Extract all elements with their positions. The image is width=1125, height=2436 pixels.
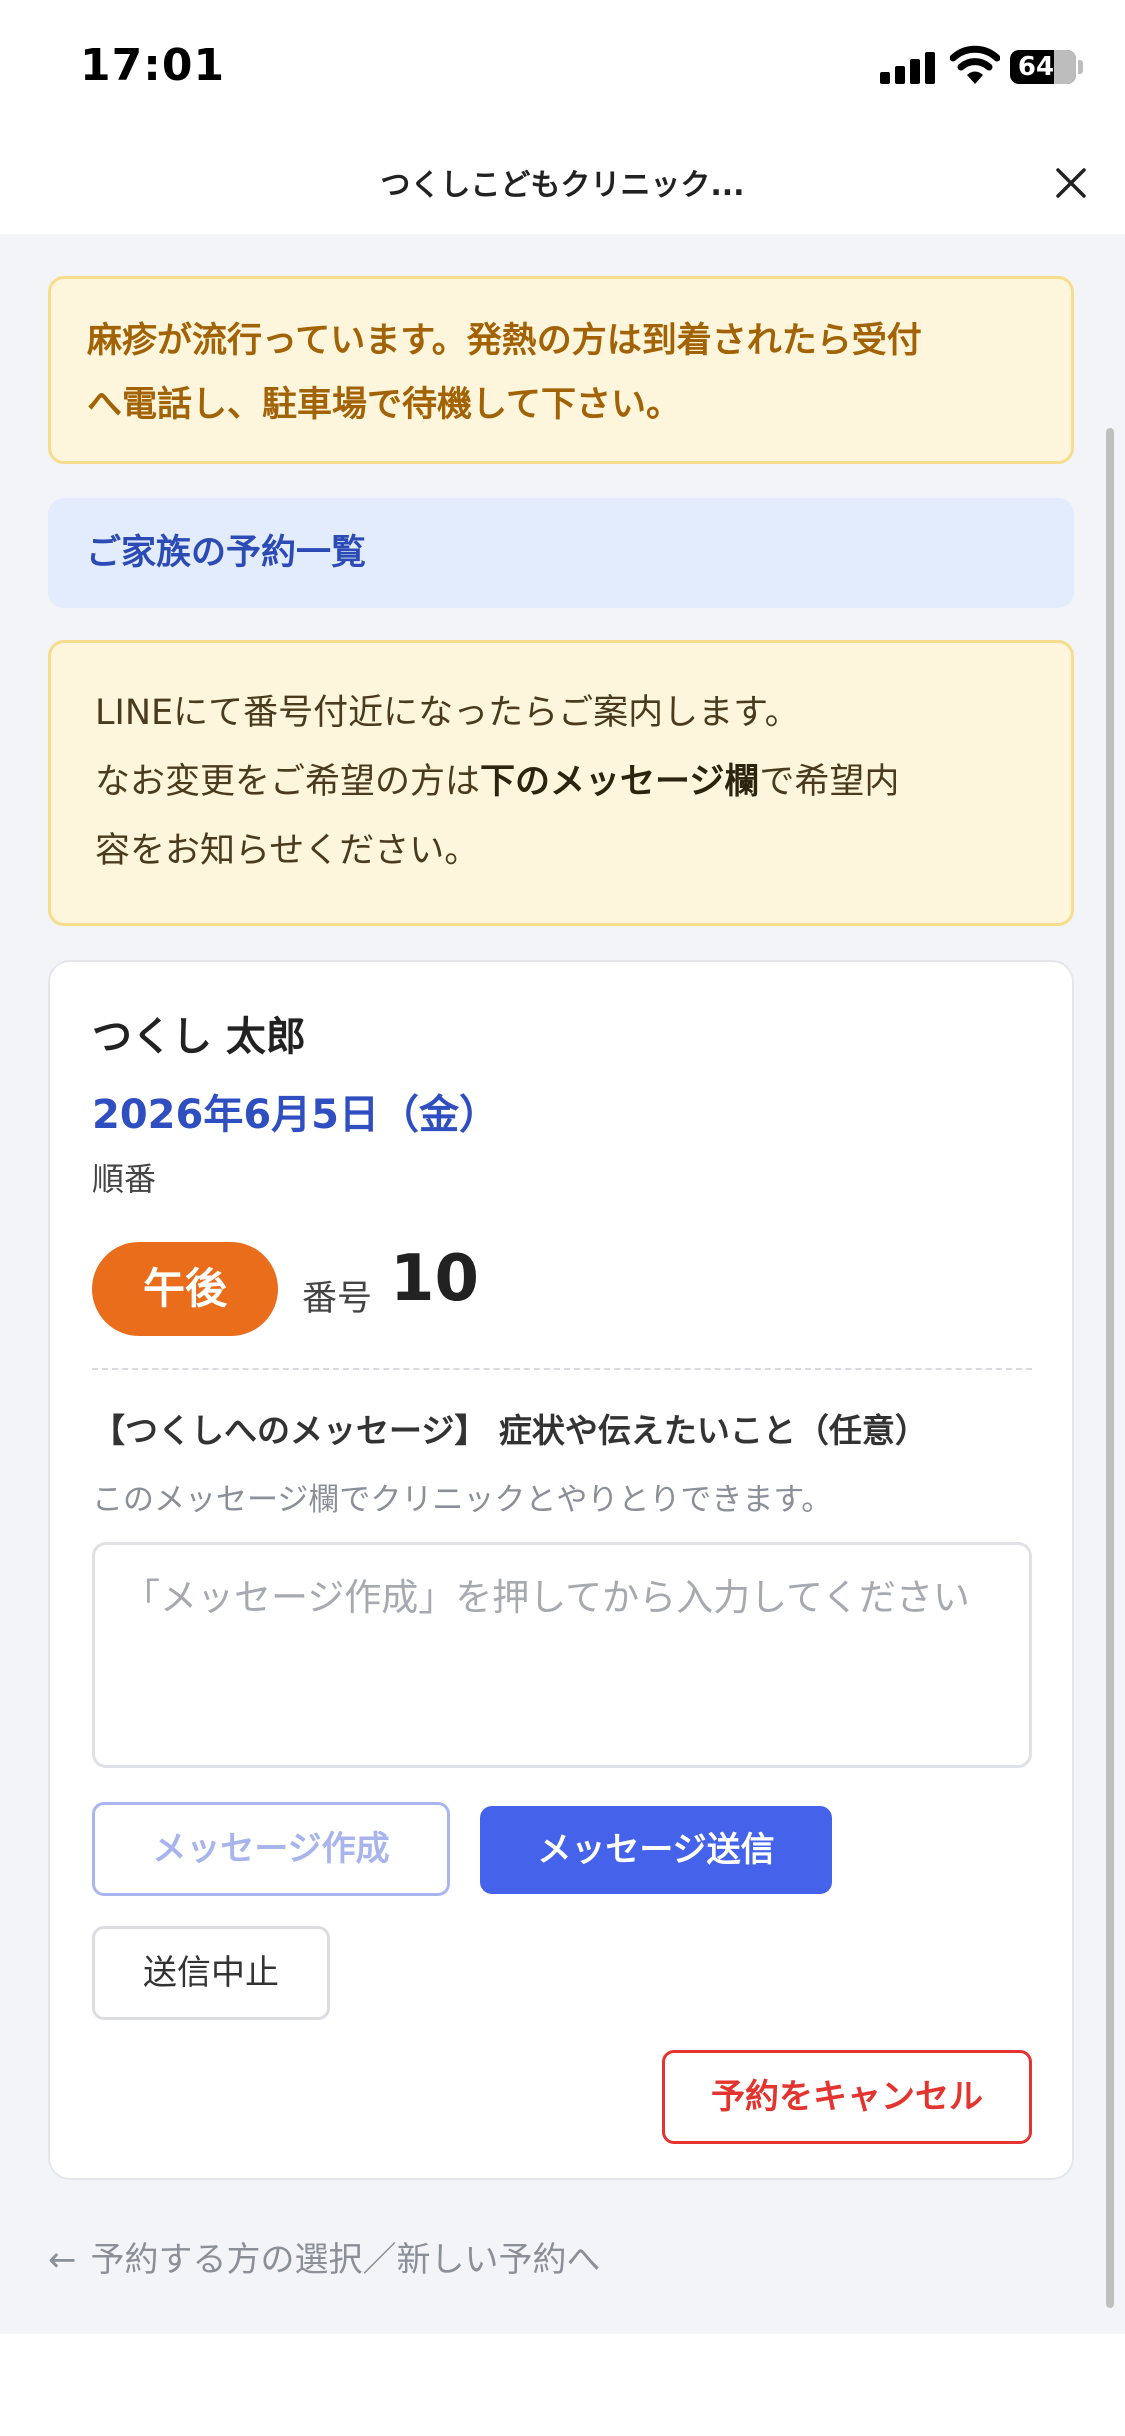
cancel-reservation-button[interactable]: 予約をキャンセル [662, 2050, 1032, 2144]
scrollbar[interactable] [1106, 428, 1114, 2308]
battery-level: 64 [1017, 52, 1055, 82]
number-label: 番号 [302, 1279, 373, 1319]
message-title: 【つくしへのメッセージ】 症状や伝えたいこと（任意） [92, 1411, 928, 1450]
reservation-date: 2026年6月5日（金） [92, 1092, 499, 1138]
app-header: つくしこどもクリニック... [0, 132, 1125, 234]
notice-banner: 麻疹が流行っています。発熱の方は到着されたら受付 へ電話し、駐車場で待機して下さ… [48, 276, 1074, 464]
send-message-button[interactable]: メッセージ送信 [480, 1806, 832, 1894]
info-line-2-post: で希望内 [759, 762, 900, 802]
battery-icon: 64 [1010, 50, 1076, 84]
queue-number: 10 [390, 1242, 480, 1316]
notice-line-2: へ電話し、駐車場で待機して下さい。 [87, 385, 681, 425]
back-to-selection-link[interactable]: ← 予約する方の選択／新しい予約へ [48, 2232, 601, 2281]
wifi-icon [950, 45, 1000, 84]
message-subtitle: このメッセージ欄でクリニックとやりとりできます。 [92, 1482, 833, 1518]
info-line-2-pre: なお変更をご希望の方は [95, 762, 481, 802]
close-icon[interactable] [1050, 162, 1092, 204]
patient-name: つくし 太郎 [92, 1014, 306, 1060]
period-badge: 午後 [92, 1242, 278, 1336]
cellular-signal-icon [880, 50, 936, 84]
info-banner: LINEにて番号付近になったらご案内します。 なお変更をご希望の方は下のメッセー… [48, 640, 1074, 926]
back-link-label: 予約する方の選択／新しい予約へ [90, 2240, 601, 2280]
battery-cap [1078, 60, 1083, 74]
status-time: 17:01 [80, 40, 226, 91]
family-reservations-link[interactable]: ご家族の予約一覧 [48, 498, 1074, 608]
page-title: つくしこどもクリニック... [380, 168, 745, 203]
message-input[interactable] [92, 1542, 1032, 1768]
arrow-left-icon: ← [48, 2240, 77, 2280]
divider [92, 1368, 1032, 1370]
info-line-2-bold: 下のメッセージ欄 [480, 762, 760, 802]
order-label: 順番 [92, 1160, 157, 1198]
info-line-1: LINEにて番号付近になったらご案内します。 [95, 693, 800, 733]
compose-message-button[interactable]: メッセージ作成 [92, 1802, 450, 1896]
family-reservations-label: ご家族の予約一覧 [86, 533, 367, 573]
notice-line-1: 麻疹が流行っています。発熱の方は到着されたら受付 [87, 321, 922, 361]
stop-sending-button[interactable]: 送信中止 [92, 1926, 330, 2020]
info-line-3: 容をお知らせください。 [95, 831, 480, 871]
info-line-2: なお変更をご希望の方は下のメッセージ欄で希望内 [95, 748, 1027, 817]
status-bar: 17:01 64 [0, 0, 1125, 132]
